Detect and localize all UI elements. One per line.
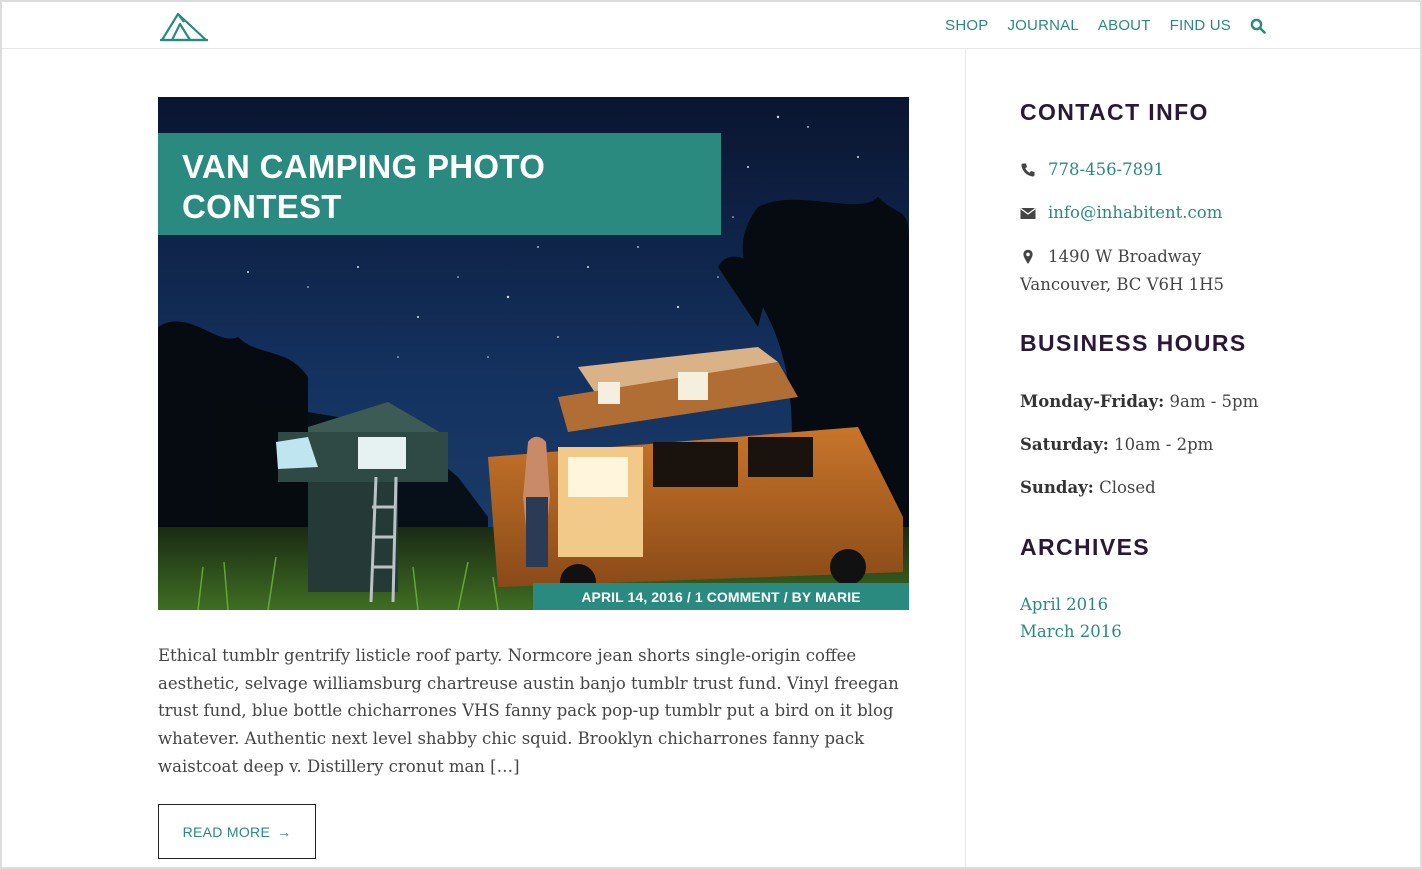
archive-link-march-2016[interactable]: March 2016: [1020, 622, 1122, 641]
hours-row: Saturday: 10am - 2pm: [1020, 435, 1213, 454]
hours-row: Monday-Friday: 9am - 5pm: [1020, 392, 1258, 411]
post-excerpt: Ethical tumblr gentrify listicle roof pa…: [158, 646, 899, 776]
post-meta: APRIL 14, 2016 / 1 COMMENT / BY MARIE: [533, 583, 909, 610]
contact-info-title: CONTACT INFO: [1020, 99, 1209, 125]
nav-about[interactable]: ABOUT: [1098, 17, 1151, 34]
column-divider: [965, 49, 966, 867]
hours-day: Monday-Friday:: [1020, 392, 1165, 411]
address-line-1: 1490 W Broadway: [1048, 247, 1202, 266]
nav-shop[interactable]: SHOP: [945, 17, 988, 34]
hours-time: Closed: [1099, 478, 1156, 497]
arrow-right-icon: →: [277, 823, 292, 840]
contact-phone: 778-456-7891: [1020, 160, 1164, 179]
hours-row: Sunday: Closed: [1020, 478, 1156, 497]
site-header: SHOP JOURNAL ABOUT FIND US: [2, 2, 1420, 49]
address-line-2: Vancouver, BC V6H 1H5: [1020, 275, 1225, 294]
hours-day: Saturday:: [1020, 435, 1109, 454]
hours-day: Sunday:: [1020, 478, 1094, 497]
read-more-label: READ MORE: [182, 823, 271, 840]
archive-link-april-2016[interactable]: April 2016: [1020, 595, 1108, 614]
email-link[interactable]: info@inhabitent.com: [1048, 203, 1222, 222]
hours-time: 9am - 5pm: [1169, 392, 1259, 411]
contact-email: info@inhabitent.com: [1020, 203, 1222, 222]
archives-title: ARCHIVES: [1020, 534, 1151, 560]
read-more-button[interactable]: READ MORE →: [158, 804, 316, 859]
phone-icon: [1020, 162, 1036, 178]
post-title[interactable]: VAN CAMPING PHOTO CONTEST: [182, 147, 697, 227]
contact-address: 1490 W Broadway: [1020, 247, 1201, 266]
phone-link[interactable]: 778-456-7891: [1048, 160, 1164, 179]
hours-time: 10am - 2pm: [1114, 435, 1214, 454]
tent-logo-icon[interactable]: [158, 8, 210, 44]
post-featured-image[interactable]: VAN CAMPING PHOTO CONTEST APRIL 14, 2016…: [158, 97, 909, 610]
main-nav: SHOP JOURNAL ABOUT FIND US: [945, 2, 1266, 49]
post-title-banner: VAN CAMPING PHOTO CONTEST: [158, 133, 721, 235]
business-hours-title: BUSINESS HOURS: [1020, 330, 1247, 356]
envelope-icon: [1020, 205, 1036, 221]
map-marker-icon: [1020, 249, 1036, 265]
nav-find-us[interactable]: FIND US: [1170, 17, 1231, 34]
search-icon[interactable]: [1250, 18, 1266, 34]
nav-journal[interactable]: JOURNAL: [1007, 17, 1078, 34]
